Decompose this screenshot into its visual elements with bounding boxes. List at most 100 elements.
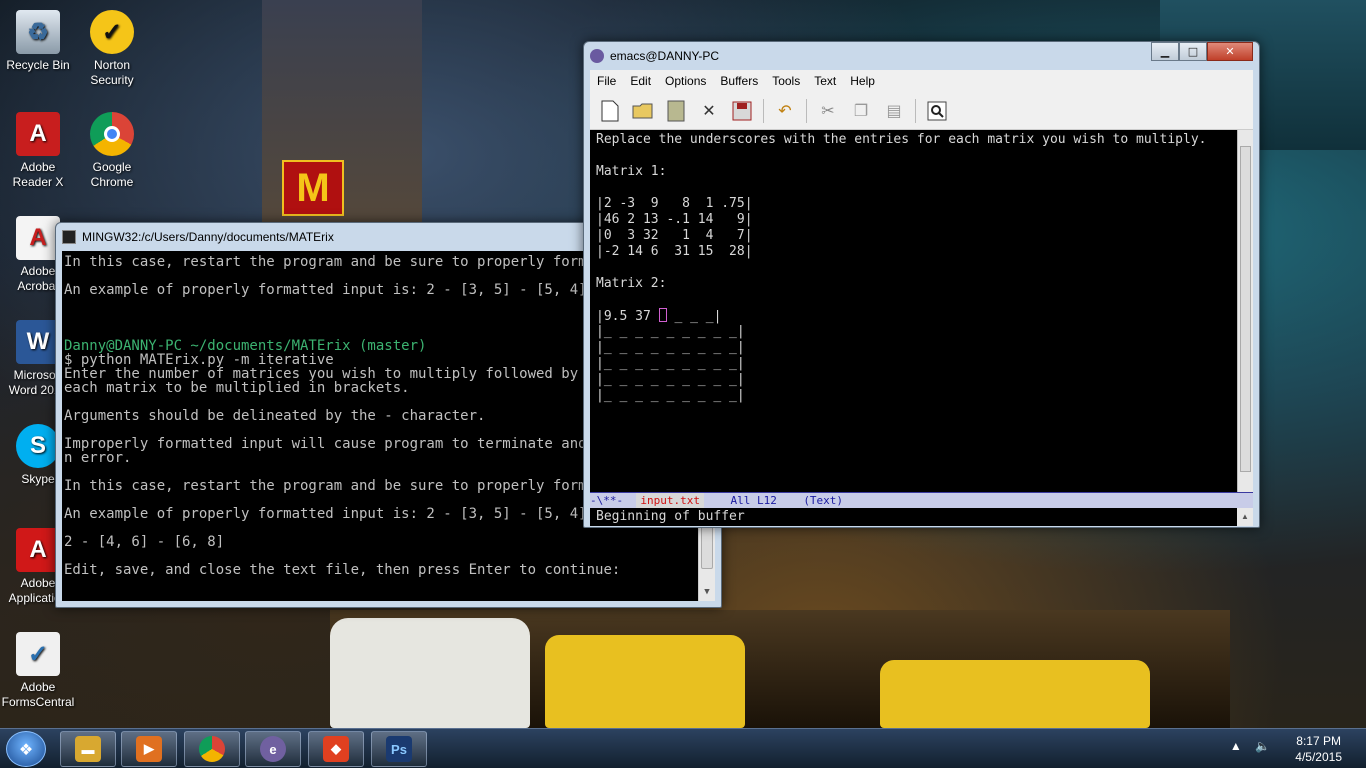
modeline-mode[interactable]: (Text) [803, 493, 843, 508]
menu-options[interactable]: Options [658, 74, 713, 88]
desktop-icon-label: Norton Security [90, 58, 134, 87]
desktop-icon-label: Adobe FormsCentral [1, 680, 75, 709]
taskbar-app-git[interactable]: ◆ [308, 731, 364, 767]
clock-time: 8:17 PM [1296, 734, 1341, 748]
emacs-buffer-lines: Replace the underscores with the entries… [596, 132, 1237, 404]
menu-text[interactable]: Text [807, 74, 843, 88]
menu-edit[interactable]: Edit [623, 74, 658, 88]
emacs-title: emacs@DANNY-PC [610, 49, 720, 63]
save-icon[interactable] [730, 99, 754, 123]
emacs-buffer-line: Replace the underscores with the entries… [596, 132, 1237, 148]
taskbar-app-chrome[interactable] [184, 731, 240, 767]
emacs-buffer-line: |_ _ _ _ _ _ _ _ _| [596, 324, 1237, 340]
emacs-buffer-line: |9.5 37 _ _ _| [596, 308, 1237, 324]
media-player-icon: ▶ [136, 736, 162, 762]
taskbar-app-photoshop[interactable]: Ps [371, 731, 427, 767]
adobe-acrobat-icon: A [16, 216, 60, 260]
emacs-buffer-line: |_ _ _ _ _ _ _ _ _| [596, 372, 1237, 388]
taskbar-app-file-explorer[interactable]: ▬ [60, 731, 116, 767]
close-buffer-icon[interactable]: ✕ [697, 99, 721, 123]
desktop-icon-label: Recycle Bin [6, 58, 70, 72]
emacs-buffer-line: |0 3 32 1 4 7| [596, 228, 1237, 244]
cut-icon[interactable]: ✂ [816, 99, 840, 123]
scroll-down-icon[interactable]: ▼ [699, 584, 715, 601]
emacs-line-text: |_ _ _ _ _ _ _ _ _| [596, 340, 745, 355]
new-file-icon[interactable] [598, 99, 622, 123]
dired-icon[interactable] [664, 99, 688, 123]
minimize-button[interactable]: ▁ [1151, 42, 1179, 61]
taskbar-app-media-player[interactable]: ▶ [121, 731, 177, 767]
paste-icon[interactable]: ▤ [882, 99, 906, 123]
toolbar-separator [763, 98, 764, 123]
maximize-button[interactable]: □ [1179, 42, 1207, 61]
desktop-icon-recycle-bin[interactable]: ♻ Recycle Bin [0, 10, 76, 73]
emacs-line-tail: _ _ _| [666, 309, 722, 324]
emacs-buffer-line: |_ _ _ _ _ _ _ _ _| [596, 388, 1237, 404]
emacs-buffer-line: Matrix 1: [596, 164, 1237, 180]
emacs-buffer[interactable]: Replace the underscores with the entries… [590, 130, 1237, 492]
adobe-reader-icon: A [16, 112, 60, 156]
menu-help[interactable]: Help [843, 74, 882, 88]
emacs-line-text: |-2 14 6 31 15 28| [596, 244, 753, 259]
taskbar-clock[interactable]: 8:17 PM 4/5/2015 [1295, 733, 1342, 765]
norton-icon: ✓ [90, 10, 134, 54]
emacs-window[interactable]: emacs@DANNY-PC ▁ □ ✕ File Edit Options B… [583, 41, 1260, 528]
menu-tools[interactable]: Tools [765, 74, 807, 88]
menu-buffers[interactable]: Buffers [713, 74, 765, 88]
emacs-buffer-line [596, 292, 1237, 308]
scroll-arrow-icon[interactable]: ▲ [1237, 508, 1253, 526]
desktop-icon-norton[interactable]: ✓ Norton Security [74, 10, 150, 88]
chrome-icon [90, 112, 134, 156]
emacs-line-text: Matrix 2: [596, 276, 667, 291]
emacs-echo-area: Beginning of buffer [590, 508, 1253, 526]
desktop-icon-forms-central[interactable]: ✓ Adobe FormsCentral [0, 632, 76, 710]
git-icon: ◆ [323, 736, 349, 762]
emacs-line-text: |2 -3 9 8 1 .75| [596, 196, 753, 211]
taskbar-app-emacs[interactable]: e [245, 731, 301, 767]
modeline-status: -\**- [590, 494, 637, 507]
volume-icon[interactable]: 🔈 [1255, 739, 1270, 753]
emacs-buffer-line [596, 260, 1237, 276]
taskbar: ❖ ▬ ▶ e ◆ Ps ▲ 🔈 8:17 PM 4/5/2015 [0, 728, 1366, 768]
emacs-line-text: Matrix 1: [596, 164, 667, 179]
desktop-icon-adobe-reader[interactable]: A Adobe Reader X [0, 112, 76, 190]
emacs-scrollbar[interactable] [1237, 130, 1253, 492]
emacs-line-text: |_ _ _ _ _ _ _ _ _| [596, 372, 745, 387]
emacs-buffer-line: Matrix 2: [596, 276, 1237, 292]
emacs-icon: e [260, 736, 286, 762]
copy-icon[interactable]: ❐ [849, 99, 873, 123]
emacs-menubar: File Edit Options Buffers Tools Text Hel… [590, 70, 1253, 92]
emacs-line-text: |_ _ _ _ _ _ _ _ _| [596, 388, 745, 403]
photoshop-icon: Ps [386, 736, 412, 762]
emacs-buffer-line: |_ _ _ _ _ _ _ _ _| [596, 356, 1237, 372]
search-icon[interactable] [925, 99, 949, 123]
word-icon: W [16, 320, 60, 364]
start-button[interactable]: ❖ [6, 731, 46, 767]
emacs-line-text: |_ _ _ _ _ _ _ _ _| [596, 324, 745, 339]
modeline-buffer-name[interactable]: input.txt [636, 493, 704, 508]
terminal-title: MINGW32:/c/Users/Danny/documents/MATErix [82, 230, 334, 244]
emacs-buffer-line: |_ _ _ _ _ _ _ _ _| [596, 340, 1237, 356]
emacs-line-text: Replace the underscores with the entries… [596, 132, 1207, 147]
wallpaper-taxi [880, 660, 1150, 728]
emacs-toolbar: ✕ ↶ ✂ ❐ ▤ [590, 92, 1253, 130]
emacs-buffer-line [596, 180, 1237, 196]
emacs-scroll-thumb[interactable] [1240, 146, 1251, 472]
emacs-line-text: |_ _ _ _ _ _ _ _ _| [596, 356, 745, 371]
emacs-buffer-line: |46 2 13 -.1 14 9| [596, 212, 1237, 228]
emacs-modeline: -\**- input.txt All L12 (Text) [590, 492, 1253, 508]
modeline-position: All L12 [703, 494, 804, 507]
menu-file[interactable]: File [590, 74, 623, 88]
close-button[interactable]: ✕ [1207, 42, 1253, 61]
undo-icon[interactable]: ↶ [773, 99, 797, 123]
open-folder-icon[interactable] [631, 99, 655, 123]
wallpaper-van [330, 618, 530, 728]
wallpaper-sign: M [282, 160, 344, 216]
recycle-bin-icon: ♻ [16, 10, 60, 54]
desktop-icon-chrome[interactable]: Google Chrome [74, 112, 150, 190]
desktop-icon-label: Adobe Reader X [12, 160, 64, 189]
text-cursor [658, 308, 667, 322]
emacs-buffer-line: |2 -3 9 8 1 .75| [596, 196, 1237, 212]
show-hidden-icons-icon[interactable]: ▲ [1230, 739, 1242, 753]
emacs-line-text: |0 3 32 1 4 7| [596, 228, 753, 243]
